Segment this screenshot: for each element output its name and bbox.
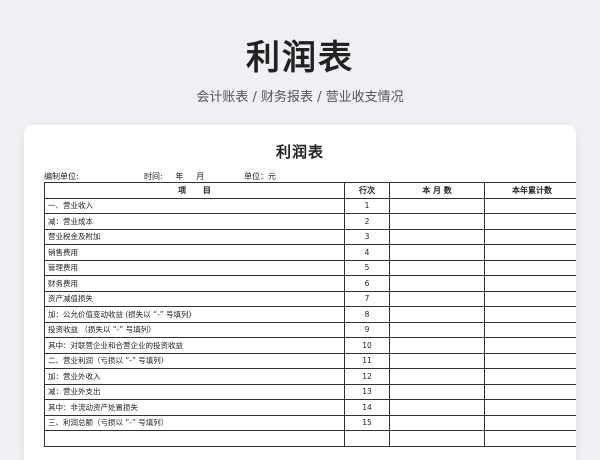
line-cell: 15 <box>344 414 390 431</box>
item-cell: 其中：非流动资产处置损失 <box>44 399 345 416</box>
table-row: 一、营业收入 1 <box>44 197 576 214</box>
item-cell: 营业税金及附加 <box>44 228 345 245</box>
line-cell: 1 <box>344 197 390 214</box>
item-cell: 减：营业外支出 <box>44 383 345 400</box>
table-row: 投资收益 （损失以 “-” 号填列） 9 <box>44 321 576 338</box>
line-cell: 14 <box>344 399 390 416</box>
item-cell: 财务费用 <box>44 275 345 292</box>
month-amount-cell[interactable] <box>389 197 485 214</box>
document-card: 利润表 编制单位: 时间: 年 月 单位：元 项 目 行次 本 月 数 本年累计… <box>24 125 576 460</box>
table-row: 资产减值损失 7 <box>44 290 576 307</box>
month-amount-cell[interactable] <box>389 337 485 354</box>
line-cell: 8 <box>344 306 390 323</box>
ytd-amount-cell[interactable] <box>484 399 576 416</box>
sheet-title: 利润表 <box>275 143 324 161</box>
table-row: 三、利润总额（亏损以 “-” 号填列） 15 <box>44 414 576 431</box>
month-amount-cell[interactable] <box>389 321 485 338</box>
ytd-amount-cell[interactable] <box>484 306 576 323</box>
ytd-amount-cell[interactable] <box>484 275 576 292</box>
month-amount-cell[interactable] <box>389 414 485 431</box>
table-row: 其中：非流动资产处置损失 14 <box>44 399 576 416</box>
ytd-amount-cell[interactable] <box>484 290 576 307</box>
company-label: 编制单位: <box>44 172 79 181</box>
month-amount-cell[interactable] <box>389 306 485 323</box>
column-header-ytd: 本年累计数 <box>484 182 576 199</box>
table-row: 财务费用 6 <box>44 275 576 292</box>
item-cell: 一、营业收入 <box>44 197 345 214</box>
line-cell: 10 <box>344 337 390 354</box>
income-statement-table: 项 目 行次 本 月 数 本年累计数 一、营业收入 1 减：营业成本 2 营业税金及附加… <box>44 182 576 447</box>
month-amount-cell[interactable] <box>389 290 485 307</box>
table-row: 加：公允价值变动收益 (损失以 “-” 号填列) 8 <box>44 306 576 323</box>
time-label: 时间: 年 月 <box>144 172 205 181</box>
table-row: 减：营业外支出 13 <box>44 383 576 400</box>
item-cell: 投资收益 （损失以 “-” 号填列） <box>44 321 345 338</box>
month-amount-cell[interactable] <box>389 430 485 447</box>
table-row: 减：营业成本 2 <box>44 213 576 230</box>
month-amount-cell[interactable] <box>389 383 485 400</box>
line-cell: 5 <box>344 259 390 276</box>
item-cell: 三、利润总额（亏损以 “-” 号填列） <box>44 414 345 431</box>
item-cell: 二、营业利润（亏损以 “-” 号填列） <box>44 352 345 369</box>
month-amount-cell[interactable] <box>389 228 485 245</box>
ytd-amount-cell[interactable] <box>484 213 576 230</box>
ytd-amount-cell[interactable] <box>484 321 576 338</box>
table-row: 销售费用 4 <box>44 244 576 261</box>
table-row <box>44 430 576 447</box>
table-row: 管理费用 5 <box>44 259 576 276</box>
ytd-amount-cell[interactable] <box>484 337 576 354</box>
ytd-amount-cell[interactable] <box>484 244 576 261</box>
line-cell <box>344 430 390 447</box>
table-row: 二、营业利润（亏损以 “-” 号填列） 11 <box>44 352 576 369</box>
ytd-amount-cell[interactable] <box>484 259 576 276</box>
item-cell: 加：公允价值变动收益 (损失以 “-” 号填列) <box>44 306 345 323</box>
item-cell: 加：营业外收入 <box>44 368 345 385</box>
line-cell: 13 <box>344 383 390 400</box>
ytd-amount-cell[interactable] <box>484 352 576 369</box>
page-subtitle: 会计账表 / 财务报表 / 营业收支情况 <box>196 90 404 105</box>
line-cell: 2 <box>344 213 390 230</box>
month-amount-cell[interactable] <box>389 352 485 369</box>
table-header-row: 项 目 行次 本 月 数 本年累计数 <box>44 182 576 199</box>
ytd-amount-cell[interactable] <box>484 228 576 245</box>
line-cell: 9 <box>344 321 390 338</box>
month-amount-cell[interactable] <box>389 259 485 276</box>
line-cell: 6 <box>344 275 390 292</box>
line-cell: 12 <box>344 368 390 385</box>
item-cell: 资产减值损失 <box>44 290 345 307</box>
month-amount-cell[interactable] <box>389 368 485 385</box>
ytd-amount-cell[interactable] <box>484 368 576 385</box>
page-title: 利润表 <box>246 38 354 78</box>
line-cell: 4 <box>344 244 390 261</box>
month-amount-cell[interactable] <box>389 213 485 230</box>
item-cell: 减：营业成本 <box>44 213 345 230</box>
item-cell: 管理费用 <box>44 259 345 276</box>
table-row: 加：营业外收入 12 <box>44 368 576 385</box>
table-row: 营业税金及附加 3 <box>44 228 576 245</box>
item-cell: 销售费用 <box>44 244 345 261</box>
ytd-amount-cell[interactable] <box>484 414 576 431</box>
month-amount-cell[interactable] <box>389 399 485 416</box>
item-cell <box>44 430 345 447</box>
month-amount-cell[interactable] <box>389 244 485 261</box>
table-row: 其中：对联营企业和合营企业的投资收益 10 <box>44 337 576 354</box>
line-cell: 3 <box>344 228 390 245</box>
column-header-month: 本 月 数 <box>389 182 485 199</box>
ytd-amount-cell[interactable] <box>484 197 576 214</box>
unit-label: 单位：元 <box>244 172 276 181</box>
month-amount-cell[interactable] <box>389 275 485 292</box>
column-header-item: 项 目 <box>44 182 345 199</box>
line-cell: 7 <box>344 290 390 307</box>
item-cell: 其中：对联营企业和合营企业的投资收益 <box>44 337 345 354</box>
ytd-amount-cell[interactable] <box>484 430 576 447</box>
ytd-amount-cell[interactable] <box>484 383 576 400</box>
column-header-line: 行次 <box>344 182 390 199</box>
line-cell: 11 <box>344 352 390 369</box>
